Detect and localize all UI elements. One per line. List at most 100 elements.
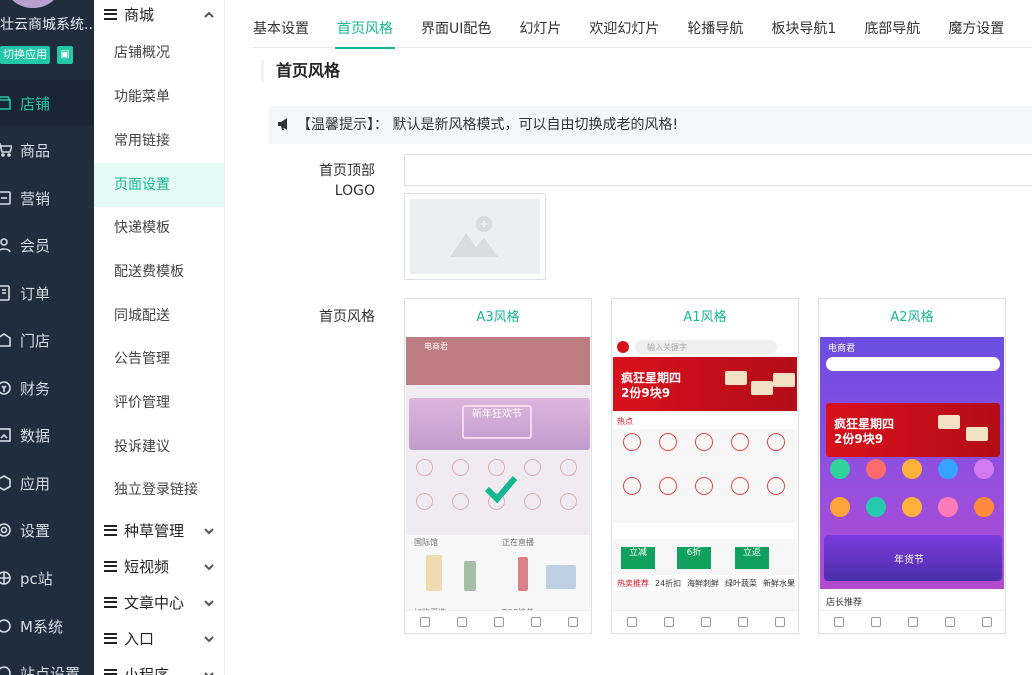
menu-lines-icon (104, 524, 117, 536)
preview-search-bar: 输入关键字 (613, 337, 797, 357)
preview-banner-line2: 2份9块9 (834, 432, 884, 446)
sidebar-item-label: 营销 (20, 189, 51, 208)
subnav-group-seeding[interactable]: 种草管理 (94, 512, 224, 548)
tab-ui-colors[interactable]: 界面UI配色 (421, 10, 491, 48)
style-card-a1[interactable]: A1风格 输入关键字 疯狂星期四 2份9块9 热点 立减 6折 立返 热卖推荐 … (611, 298, 799, 634)
preview-banner-line1: 疯狂星期四 (621, 371, 682, 385)
sidebar-item-label: M系统 (20, 617, 63, 636)
preview-promo: 立返 (735, 547, 769, 569)
sidebar-item-pc[interactable]: pc站 (0, 555, 94, 601)
marketing-icon (0, 190, 11, 206)
subnav-item-page-settings[interactable]: 页面设置 (94, 163, 224, 207)
preview-festival-text: 年货节 (894, 555, 924, 566)
subnav-item-overview[interactable]: 店铺概况 (94, 31, 224, 75)
style-preview-a2: 电商君 疯狂星期四 2份9块9 年货节 店长推荐 (820, 337, 1004, 632)
avatar[interactable] (6, 0, 60, 8)
subnav-item-delivery-fee-template[interactable]: 配送费模板 (94, 250, 224, 294)
subnav-group-articles[interactable]: 文章中心 (94, 584, 224, 620)
logo-input[interactable] (404, 154, 1032, 186)
logo-label-line1: 首页顶部 (319, 163, 375, 179)
tab-cube-settings[interactable]: 魔方设置 (948, 10, 1004, 48)
sidebar-item-settings[interactable]: 设置 (0, 507, 94, 553)
sidebar-item-goods[interactable]: 商品 (0, 127, 94, 173)
order-icon (0, 285, 10, 301)
data-icon (0, 427, 11, 443)
sidebar-item-order[interactable]: 订单 (0, 270, 94, 316)
subnav-group-label: 种草管理 (124, 521, 185, 540)
subnav-group-label: 商城 (124, 5, 155, 24)
subnav-item-express-template[interactable]: 快递模板 (94, 206, 224, 250)
sidebar-item-label: pc站 (20, 569, 53, 588)
subnav-group-entry[interactable]: 入口 (94, 620, 224, 656)
tab-welcome-slides[interactable]: 欢迎幻灯片 (589, 10, 659, 48)
menu-lines-icon (104, 560, 117, 572)
preview-tab: 热卖推荐 (617, 579, 649, 588)
preview-banner-line2: 2份9块9 (621, 386, 671, 400)
style-card-a3[interactable]: A3风格 电商君 新年狂欢节 国际馆 正在直播 好物严选 TOP榜单 (404, 298, 592, 634)
sidebar-item-shop[interactable]: 店铺 (0, 80, 94, 126)
subnav-group-label: 文章中心 (124, 593, 185, 612)
section-title: 首页风格 (261, 60, 340, 82)
preview-promo: 立减 (621, 547, 655, 569)
tab-bottom-nav[interactable]: 底部导航 (864, 10, 920, 48)
tab-slides[interactable]: 幻灯片 (519, 10, 561, 48)
subnav-item-common-links[interactable]: 常用链接 (94, 119, 224, 163)
tab-block-nav[interactable]: 板块导航1 (771, 10, 836, 48)
chevron-up-icon (203, 7, 215, 19)
menu-lines-icon (104, 668, 117, 675)
preview-header-text: 电商君 (828, 344, 856, 354)
app-root: 壮云商城系统... 切换应用 ▣ 店铺 商品 营销 会员 订单 门店 财务 数据… (0, 0, 1032, 675)
style-label: 首页风格 (319, 309, 375, 325)
sidebar-item-store[interactable]: 门店 (0, 317, 94, 363)
sidebar-item-m-system[interactable]: M系统 (0, 603, 94, 649)
logo-label-line2: LOGO (334, 183, 375, 199)
subnav-item-login-link[interactable]: 独立登录链接 (94, 468, 224, 512)
app-icon (0, 475, 11, 491)
menu-lines-icon (104, 596, 117, 608)
tip-banner: 【温馨提示】： 默认是新风格模式，可以自由切换成老的风格! (269, 106, 1032, 144)
tab-home-style[interactable]: 首页风格 (335, 10, 395, 49)
sidebar-item-finance[interactable]: 财务 (0, 365, 94, 411)
subnav-group-mall[interactable]: 商城 (94, 0, 224, 32)
sidebar-item-data[interactable]: 数据 (0, 412, 94, 458)
secondary-sidebar: 商城 店铺概况 功能菜单 常用链接 页面设置 快递模板 配送费模板 同城配送 公… (94, 0, 225, 675)
site-settings-icon (0, 665, 11, 675)
sidebar-item-member[interactable]: 会员 (0, 222, 94, 268)
preview-category-tabs: 热卖推荐 24折扣 海鲜刺鲜 绿叶蔬菜 新鲜水果 (613, 575, 797, 591)
preview-banner: 疯狂星期四 2份9块9 (826, 403, 1000, 457)
preview-tab: 新鲜水果 (763, 579, 795, 588)
sidebar-item-label: 设置 (20, 521, 51, 540)
member-icon (0, 237, 11, 253)
preview-festival-banner: 年货节 (824, 535, 1002, 581)
image-placeholder-icon (410, 199, 540, 274)
logo-upload[interactable] (404, 193, 546, 280)
style-card-a2[interactable]: A2风格 电商君 疯狂星期四 2份9块9 年货节 店长推荐 (818, 298, 1006, 634)
sidebar-item-label: 应用 (20, 474, 51, 493)
sidebar-item-site-settings[interactable]: 站点设置 (0, 650, 94, 675)
switch-app-button[interactable]: 切换应用 (0, 46, 50, 64)
sidebar-item-marketing[interactable]: 营销 (0, 175, 94, 221)
sidebar-item-label: 店铺 (20, 94, 51, 113)
subnav-item-reviews[interactable]: 评价管理 (94, 381, 224, 425)
m-system-icon (0, 618, 11, 634)
subnav-group-mini-program[interactable]: 小程序 (94, 656, 224, 675)
qr-icon[interactable]: ▣ (57, 46, 73, 64)
preview-recommend-text: 店长推荐 (826, 598, 863, 608)
megaphone-icon (277, 108, 293, 130)
sidebar-item-app[interactable]: 应用 (0, 460, 94, 506)
sidebar-item-label: 商品 (20, 141, 51, 160)
tab-carousel-nav[interactable]: 轮播导航 (687, 10, 743, 48)
preview-tabbar (406, 610, 590, 632)
brand-name: 壮云商城系统... (0, 17, 94, 33)
preview-promo: 6折 (677, 547, 711, 569)
primary-sidebar: 壮云商城系统... 切换应用 ▣ 店铺 商品 营销 会员 订单 门店 财务 数据… (0, 0, 94, 675)
tab-basic-settings[interactable]: 基本设置 (253, 10, 309, 48)
subnav-item-complaints[interactable]: 投诉建议 (94, 425, 224, 469)
settings-icon (0, 522, 11, 538)
subnav-item-announcements[interactable]: 公告管理 (94, 337, 224, 381)
preview-search-text: 输入关键字 (647, 343, 687, 352)
subnav-item-function-menu[interactable]: 功能菜单 (94, 75, 224, 119)
subnav-group-short-video[interactable]: 短视频 (94, 548, 224, 584)
chevron-down-icon (203, 559, 215, 571)
subnav-item-same-city-delivery[interactable]: 同城配送 (94, 294, 224, 338)
